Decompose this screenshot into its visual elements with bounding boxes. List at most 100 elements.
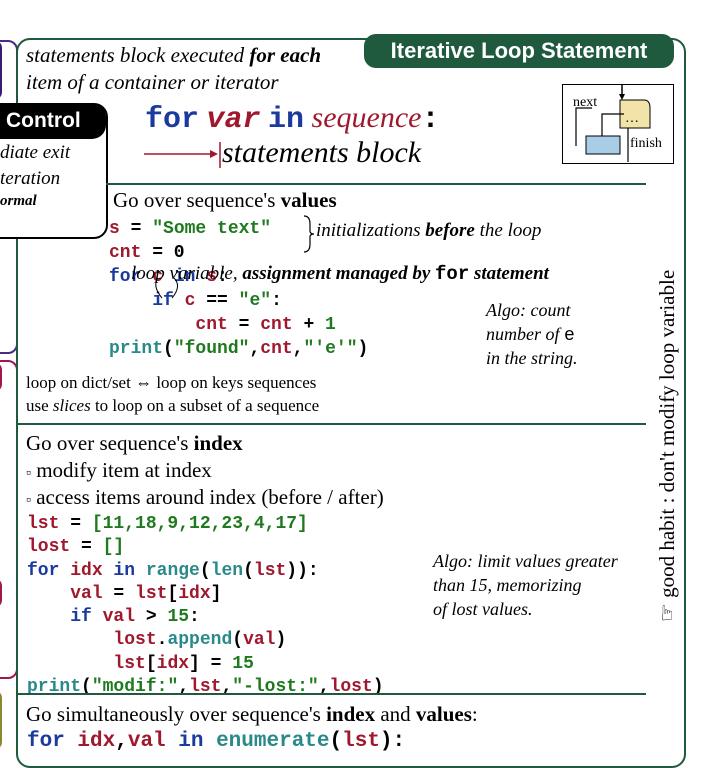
code-token: .: [156, 630, 168, 651]
flow-dots-label: …: [625, 111, 639, 126]
code-token: =: [119, 219, 153, 239]
loop-variable-note: loop variable, assignment managed by for…: [131, 263, 549, 285]
index-code-block: lst = [11,18,9,12,23,4,17] lost = [] for i…: [27, 513, 384, 699]
code-token: =: [227, 315, 261, 335]
code-token: for: [27, 560, 71, 581]
code-token: idx: [77, 730, 116, 753]
brace-icon: [303, 215, 315, 253]
code-token: ,: [292, 339, 304, 359]
algo-limit-line: of lost values.: [433, 599, 533, 619]
code-token: enumerate: [216, 730, 330, 753]
code-token: "found": [173, 339, 250, 359]
side-note: ☞ good habit : don't modify loop variabl…: [655, 269, 679, 622]
pointer-line-icon: [155, 277, 178, 299]
section-title: Iterative Loop Statement: [364, 34, 674, 68]
control-line: diate exit: [0, 142, 71, 163]
code-token: "'e'": [303, 339, 358, 359]
code-token: val: [127, 730, 166, 753]
code-token: lst: [27, 653, 146, 674]
code-token: (: [232, 630, 244, 651]
code-token: len: [210, 560, 244, 581]
algo-count-line: in the string.: [486, 348, 578, 368]
code-token: cnt: [109, 243, 142, 263]
flow-next-label: next: [573, 95, 598, 110]
index-heading: Go over sequence's index: [26, 431, 243, 455]
section-divider: [18, 693, 646, 695]
enumerate-code-block: for idx,val in enumerate(lst):: [27, 730, 405, 754]
code-token: [: [167, 583, 179, 604]
code-line: if val > 15:: [27, 606, 384, 629]
algo-limit-line: than 15, memorizing: [433, 575, 582, 595]
code-token: ] =: [189, 653, 233, 674]
code-token: =: [59, 514, 92, 534]
code-token: cnt: [109, 315, 228, 335]
enumerate-heading: Go simultaneously over sequence's index …: [26, 702, 478, 726]
code-line: for idx in range(len(lst)):: [27, 560, 384, 583]
code-token: lst: [253, 560, 287, 581]
control-line: ormal: [0, 193, 37, 209]
index-bullet: ▫ access items around index (before / af…: [26, 485, 384, 509]
code-line: cnt = cnt + 1: [109, 313, 368, 337]
code-token: in: [102, 560, 146, 581]
code-token: idx: [156, 653, 190, 674]
section-divider: [106, 183, 646, 185]
code-token: "e": [238, 291, 272, 311]
code-token: cnt: [260, 339, 293, 359]
code-token: ==: [195, 291, 239, 311]
code-line: lst = [11,18,9,12,23,4,17]: [27, 513, 384, 536]
statements-block-label: statements block: [222, 136, 422, 169]
left-panel-tab: [0, 40, 2, 100]
code-token: =: [70, 537, 103, 558]
section-divider: [18, 423, 646, 425]
code-token: lst: [135, 583, 168, 604]
init-note: initializations before the loop: [316, 220, 542, 241]
code-token: "Some text": [152, 219, 272, 239]
code-line: print("modif:",lst,"-lost:",lost): [27, 676, 384, 699]
arrow-icon: [144, 142, 221, 168]
code-token: :: [271, 291, 282, 311]
code-line: print("found",cnt,"'e'"): [109, 337, 368, 361]
code-token: )):: [286, 560, 319, 581]
note-dict: loop on dict/set ⇔ loop on keys sequence…: [26, 373, 317, 392]
code-token: if: [27, 607, 103, 628]
code-token: =: [102, 583, 136, 604]
code-line: if c == "e":: [109, 289, 368, 313]
code-token: (: [243, 560, 254, 581]
intro-line-2: item of a container or iterator: [26, 70, 279, 94]
code-token: cnt: [260, 315, 293, 335]
code-token: 15: [167, 607, 190, 628]
code-token: ):: [379, 730, 406, 753]
code-token: lost: [27, 630, 157, 651]
algo-limit-line: Algo: limit values greater: [433, 551, 618, 571]
code-token: range: [145, 560, 200, 581]
control-line: teration: [0, 168, 61, 189]
intro-line-1: statements block executed for each: [26, 43, 322, 67]
code-token: for: [27, 730, 78, 753]
code-token: 15: [232, 653, 254, 674]
code-token: []: [102, 537, 125, 558]
code-token: :: [189, 607, 200, 628]
code-line: lst[idx] = 15: [27, 653, 384, 676]
algo-count-line: Algo: count: [486, 300, 571, 320]
code-line: lost.append(val): [27, 629, 384, 652]
code-token: [: [145, 653, 157, 674]
code-token: (: [329, 730, 343, 753]
code-line: lost = []: [27, 536, 384, 559]
flow-finish-label: finish: [630, 136, 662, 151]
code-token: lost: [27, 537, 71, 558]
code-line: val = lst[idx]: [27, 583, 384, 606]
code-token: 1: [325, 315, 336, 335]
values-heading: Go over sequence's values: [113, 188, 337, 212]
code-token: val: [243, 630, 276, 651]
code-token: lst: [342, 730, 380, 753]
code-token: s: [109, 219, 120, 239]
left-panel-tab: [0, 690, 2, 750]
code-token: idx: [178, 583, 211, 604]
control-card-title: Control: [0, 103, 106, 139]
algo-count-line: number of e: [486, 324, 575, 346]
code-line: for idx,val in enumerate(lst):: [27, 730, 405, 754]
code-token: idx: [70, 560, 103, 581]
code-line: cnt = 0: [109, 241, 368, 265]
code-token: val: [102, 607, 136, 628]
code-token: = 0: [141, 243, 185, 263]
